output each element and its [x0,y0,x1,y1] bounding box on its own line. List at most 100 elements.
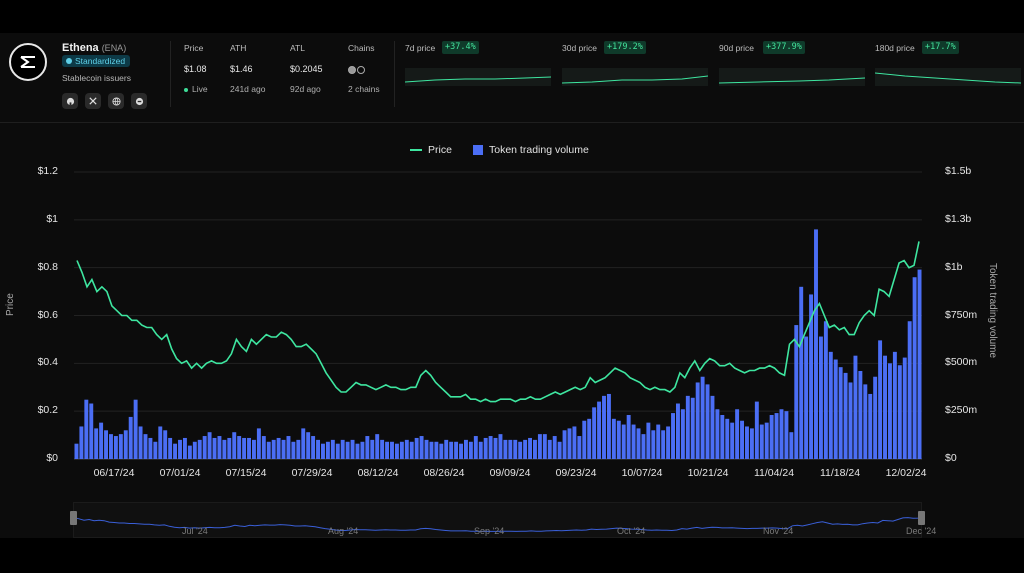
volume-bar[interactable] [335,443,340,459]
volume-bar[interactable] [547,439,552,459]
volume-bar[interactable] [153,441,158,459]
volume-bar[interactable] [513,439,518,459]
volume-bar[interactable] [311,436,316,459]
volume-bar[interactable] [237,436,242,459]
volume-bar[interactable] [478,441,483,459]
volume-bar[interactable] [764,422,769,459]
volume-bar[interactable] [666,426,671,459]
volume-bar[interactable] [439,443,444,459]
volume-bar[interactable] [118,434,123,459]
volume-bar[interactable] [863,384,868,459]
volume-bar[interactable] [404,439,409,459]
volume-bar[interactable] [158,426,163,459]
volume-bar[interactable] [671,413,675,459]
volume-bar[interactable] [355,443,360,459]
volume-bar[interactable] [858,370,863,459]
volume-bar[interactable] [606,393,611,459]
volume-bar[interactable] [611,418,616,459]
volume-bar[interactable] [572,426,577,459]
volume-bar[interactable] [419,436,424,459]
volume-bar[interactable] [483,437,488,459]
volume-bar[interactable] [695,382,700,459]
price-line[interactable] [76,241,920,403]
volume-bar[interactable] [508,439,513,459]
volume-bar[interactable] [754,401,759,459]
volume-bar[interactable] [468,441,473,459]
volume-bar[interactable] [109,434,113,459]
volume-bar[interactable] [892,351,897,459]
volume-bar[interactable] [730,422,735,459]
volume-bar[interactable] [562,430,567,459]
volume-bar[interactable] [868,393,873,459]
volume-bar[interactable] [833,359,838,459]
volume-bar[interactable] [680,409,685,459]
volume-bar[interactable] [128,416,133,459]
volume-bar[interactable] [769,414,774,459]
volume-bar[interactable] [276,437,281,459]
volume-bar[interactable] [818,336,823,459]
volume-bar[interactable] [148,437,153,459]
volume-bar[interactable] [232,432,237,459]
volume-bar[interactable] [897,365,902,459]
volume-bar[interactable] [365,436,370,459]
volume-bar[interactable] [597,401,602,459]
volume-bar[interactable] [459,443,463,459]
volume-bar[interactable] [631,424,636,459]
volume-bar[interactable] [656,424,661,459]
volume-bar[interactable] [242,437,247,459]
volume-bar[interactable] [804,336,809,459]
volume-bar[interactable] [887,363,892,459]
volume-bar[interactable] [789,432,794,459]
volume-bar[interactable] [325,441,330,459]
volume-bar[interactable] [883,355,887,459]
volume-bar[interactable] [434,441,439,459]
volume-bar[interactable] [143,434,148,459]
volume-bar[interactable] [779,409,784,459]
volume-bar[interactable] [350,439,355,459]
volume-bar[interactable] [182,437,187,459]
volume-bar[interactable] [375,434,380,459]
volume-bar[interactable] [749,428,754,459]
volume-bar[interactable] [488,436,493,459]
volume-bar[interactable] [537,434,542,459]
volume-bar[interactable] [735,409,740,459]
volume-bar[interactable] [577,436,582,459]
volume-bar[interactable] [429,441,434,459]
volume-bar[interactable] [705,384,710,459]
volume-bar[interactable] [89,403,94,459]
volume-bar[interactable] [661,430,666,459]
volume-bar[interactable] [873,376,878,459]
volume-bar[interactable] [394,443,399,459]
volume-bar[interactable] [454,441,459,459]
volume-bar[interactable] [740,420,745,459]
volume-bar[interactable] [902,357,907,459]
volume-bar[interactable] [192,441,197,459]
volume-bar[interactable] [212,437,217,459]
volume-bar[interactable] [330,439,335,459]
volume-bar[interactable] [138,426,143,459]
volume-bar[interactable] [247,437,251,459]
volume-bar[interactable] [838,367,843,459]
volume-bar[interactable] [843,372,848,459]
volume-bar[interactable] [104,430,109,459]
volume-bar[interactable] [745,426,749,459]
volume-bar[interactable] [675,403,680,459]
volume-bar[interactable] [178,439,182,459]
volume-bar[interactable] [542,434,547,459]
volume-bar[interactable] [251,439,256,459]
volume-bar[interactable] [878,340,883,459]
volume-bar[interactable] [321,443,325,459]
volume-bar[interactable] [385,441,390,459]
volume-bar[interactable] [227,437,232,459]
volume-bar[interactable] [493,437,498,459]
volume-bar[interactable] [84,399,89,459]
volume-bar[interactable] [685,395,690,459]
volume-bar[interactable] [592,407,597,459]
volume-bar[interactable] [784,411,789,459]
volume-bar[interactable] [616,420,621,459]
volume-bar[interactable] [256,428,261,459]
volume-bar[interactable] [173,443,178,459]
volume-bar[interactable] [187,445,192,459]
volume-bar[interactable] [271,439,276,459]
volume-bar[interactable] [306,432,311,459]
